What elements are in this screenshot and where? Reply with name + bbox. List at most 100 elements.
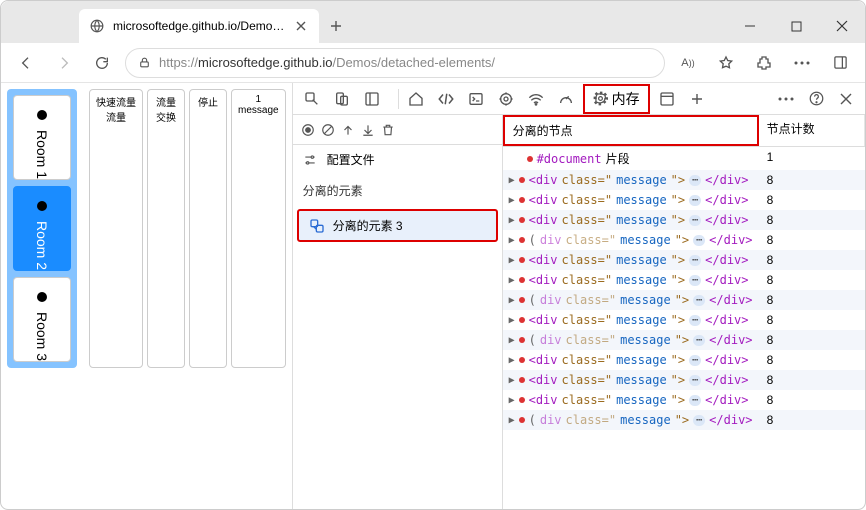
red-dot-icon [519,277,525,283]
table-row[interactable]: ▶ (div class="message"> ⋯ </div>8 [503,290,865,310]
room-label: Room 3 [34,312,50,361]
red-dot-icon [519,357,525,363]
back-button[interactable] [11,48,41,78]
detached-header: 分离的元素 [293,174,502,207]
config-label: 配置文件 [327,151,375,168]
expand-icon[interactable]: ▶ [509,395,515,406]
rooms-sidebar: Room 1 Room 2 Room 3 [7,89,77,368]
detached-entry-label: 分离的元素 3 [333,217,403,234]
status-dot-icon [37,292,47,302]
table-row[interactable]: ▶ <div class="message"> ⋯ </div>8 [503,210,865,230]
config-row[interactable]: 配置文件 [293,145,502,174]
extensions-button[interactable] [749,48,779,78]
clear-icon[interactable] [321,123,335,137]
red-dot-icon [527,156,533,162]
table-row[interactable]: ▶ (div class="message"> ⋯ </div>8 [503,230,865,250]
refresh-button[interactable] [87,48,117,78]
dt-menu-button[interactable] [773,86,799,112]
table-row[interactable]: #document 片段1 [503,147,865,170]
expand-icon[interactable]: ▶ [509,195,515,206]
room-label: Room 1 [34,130,50,179]
url-field[interactable]: https://microsoftedge.github.io/Demos/de… [125,48,665,78]
table-row[interactable]: ▶ (div class="message"> ⋯ </div>8 [503,330,865,350]
globe-icon [89,18,105,34]
expand-icon[interactable]: ▶ [509,315,515,326]
table-row[interactable]: ▶ <div class="message"> ⋯ </div>8 [503,350,865,370]
expand-icon[interactable]: ▶ [509,175,515,186]
help-icon[interactable] [803,86,829,112]
page-action-button[interactable]: 快速流量流量 [89,89,143,368]
devtools-left-pane: 配置文件 分离的元素 分离的元素 3 [293,115,503,509]
page-action-button[interactable]: 停止 [189,89,227,368]
expand-icon[interactable]: ▶ [509,335,515,346]
page-action-button[interactable]: 流量交换 [147,89,185,368]
red-dot-icon [519,397,525,403]
sources-icon[interactable] [493,86,519,112]
performance-icon[interactable] [553,86,579,112]
expand-icon[interactable]: ▶ [509,215,515,226]
application-icon[interactable] [654,86,680,112]
record-icon[interactable] [301,123,315,137]
col-node-count[interactable]: 节点计数 [759,115,865,146]
devtools-tabbar: 内存 [293,83,865,115]
download-icon[interactable] [361,123,375,137]
elements-icon[interactable] [433,86,459,112]
panel-icon[interactable] [359,86,385,112]
expand-icon[interactable]: ▶ [509,235,515,246]
inspect-icon[interactable] [299,86,325,112]
table-row[interactable]: ▶ <div class="message"> ⋯ </div>8 [503,250,865,270]
expand-icon[interactable]: ▶ [509,355,515,366]
table-row[interactable]: ▶ (div class="message"> ⋯ </div>8 [503,410,865,430]
maximize-button[interactable] [773,9,819,43]
page-content: Room 1 Room 2 Room 3 快速流量流量流量交换停止1message [1,83,292,509]
tab-memory[interactable]: 内存 [583,84,650,114]
network-icon[interactable] [523,86,549,112]
tab-title: microsoftedge.github.io/Demos/c [113,19,285,33]
table-row[interactable]: ▶ <div class="message"> ⋯ </div>8 [503,190,865,210]
window-controls [727,9,865,43]
new-tab-button[interactable] [319,9,353,43]
menu-button[interactable] [787,48,817,78]
main-area: Room 1Room 2Room 3 快速流量流量流量交换停止1message … [1,83,865,509]
expand-icon[interactable]: ▶ [509,375,515,386]
table-rows: #document 片段1▶ <div class="message"> ⋯ <… [503,147,865,509]
room-item[interactable]: Room 2 [13,186,71,271]
table-row[interactable]: ▶ <div class="message"> ⋯ </div>8 [503,310,865,330]
expand-icon[interactable]: ▶ [509,415,515,426]
expand-icon[interactable]: ▶ [509,255,515,266]
dt-close-button[interactable] [833,86,859,112]
console-icon[interactable] [463,86,489,112]
table-row[interactable]: ▶ <div class="message"> ⋯ </div>8 [503,270,865,290]
trash-icon[interactable] [381,123,395,137]
upload-icon[interactable] [341,123,355,137]
sidebar-button[interactable] [825,48,855,78]
table-row[interactable]: ▶ <div class="message"> ⋯ </div>8 [503,370,865,390]
favorite-button[interactable] [711,48,741,78]
page-toolbar: 快速流量流量流量交换停止1message [83,83,292,374]
close-window-button[interactable] [819,9,865,43]
url-text: https://microsoftedge.github.io/Demos/de… [159,55,495,70]
devtools-panel: 内存 配置文件 [292,83,865,509]
welcome-icon[interactable] [403,86,429,112]
close-icon[interactable] [293,18,309,34]
minimize-button[interactable] [727,9,773,43]
memory-toolbar [293,115,502,145]
read-aloud-button[interactable]: A)) [673,48,703,78]
detached-entry[interactable]: 分离的元素 3 [297,209,498,242]
expand-icon[interactable]: ▶ [509,295,515,306]
detached-icon [309,218,325,234]
browser-tab[interactable]: microsoftedge.github.io/Demos/c [79,9,319,43]
red-dot-icon [519,377,525,383]
forward-button[interactable] [49,48,79,78]
table-row[interactable]: ▶ <div class="message"> ⋯ </div>8 [503,170,865,190]
device-icon[interactable] [329,86,355,112]
red-dot-icon [519,217,525,223]
room-item[interactable]: Room 1 [13,95,71,180]
table-row[interactable]: ▶ <div class="message"> ⋯ </div>8 [503,390,865,410]
more-tabs-button[interactable] [684,86,710,112]
col-detached-nodes[interactable]: 分离的节点 [503,115,759,146]
page-action-button[interactable]: 1message [231,89,286,368]
red-dot-icon [519,417,525,423]
room-item[interactable]: Room 3 [13,277,71,362]
expand-icon[interactable]: ▶ [509,275,515,286]
